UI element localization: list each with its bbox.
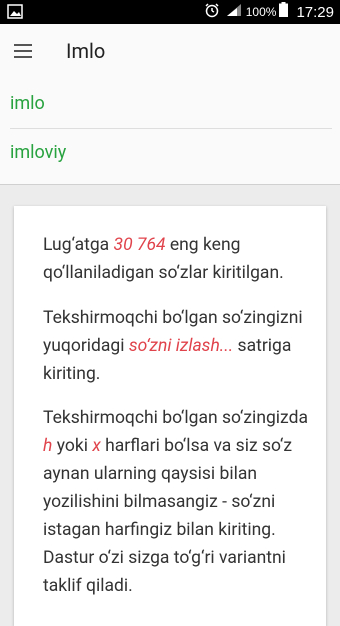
- battery-percent: 100%: [245, 5, 277, 19]
- search-field-reference: so‘zni izlash...: [128, 336, 234, 356]
- suggestion-item[interactable]: imloviy: [0, 129, 340, 177]
- suggestion-list: imlo imloviy: [0, 80, 340, 185]
- text: Lug‘atga: [43, 235, 114, 255]
- signal-icon: [226, 3, 242, 22]
- info-paragraph-2: Tekshirmoqchi bo‘lgan so‘zingizni yuqori…: [43, 304, 313, 388]
- menu-icon[interactable]: [14, 44, 32, 58]
- suggestion-item[interactable]: imlo: [0, 80, 340, 128]
- text: Tekshirmoqchi bo‘lgan so‘zingizda: [43, 408, 308, 428]
- text: harflari bo‘lsa va siz so‘z aynan ularni…: [43, 436, 293, 596]
- alarm-icon: [204, 2, 220, 23]
- clock: 17:29: [296, 3, 334, 21]
- letter-x: x: [92, 436, 101, 456]
- text: yoki: [52, 436, 93, 456]
- info-paragraph-1: Lug‘atga 30 764 eng keng qo‘llaniladigan…: [43, 231, 313, 287]
- page-title: Imlo: [66, 39, 106, 63]
- toolbar: Imlo: [0, 24, 340, 80]
- gallery-notification-icon: [7, 4, 23, 24]
- status-bar: 100% 17:29: [0, 0, 340, 24]
- info-card: Lug‘atga 30 764 eng keng qo‘llaniladigan…: [14, 206, 326, 626]
- info-paragraph-3: Tekshirmoqchi bo‘lgan so‘zingizda h yoki…: [43, 404, 313, 600]
- letter-h: h: [43, 436, 53, 456]
- word-count: 30 764: [113, 235, 166, 255]
- battery-icon: [279, 2, 289, 22]
